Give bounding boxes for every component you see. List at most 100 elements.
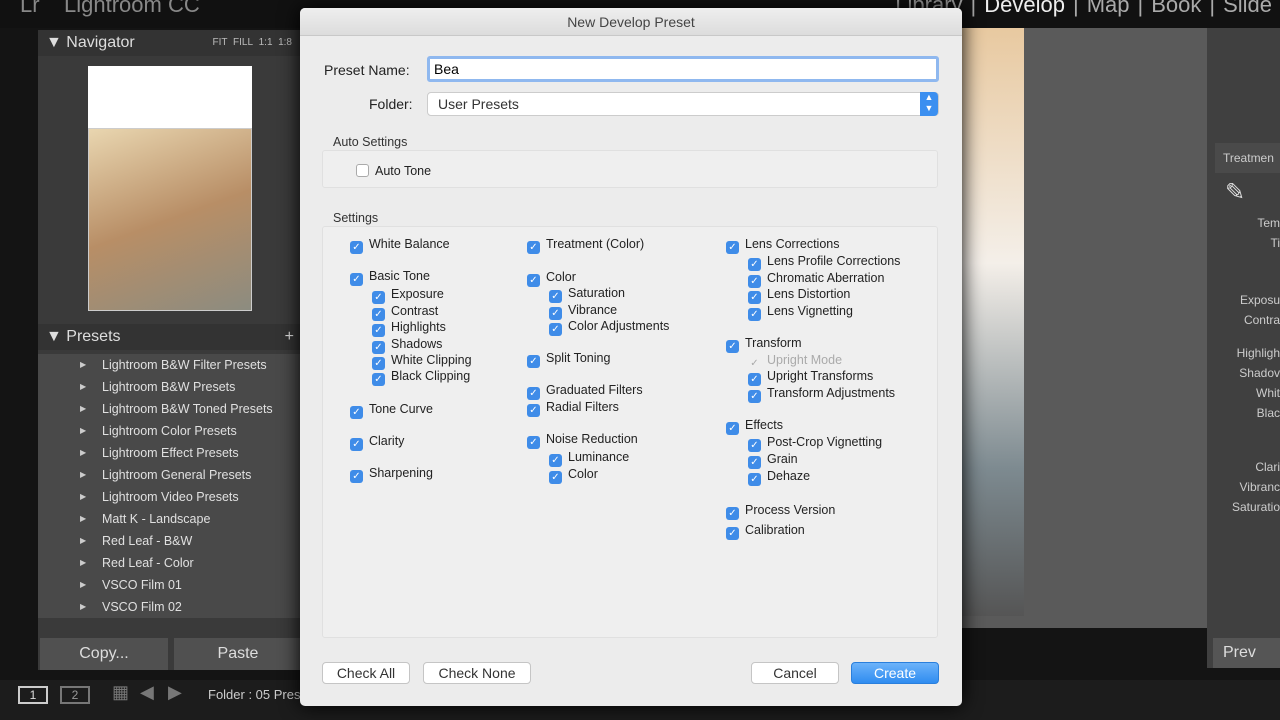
setting-label: Dehaze	[767, 469, 811, 483]
arrow-left-icon[interactable]: ◀	[140, 682, 154, 703]
setting-checkbox-color[interactable]: ✓ Color	[527, 270, 576, 287]
check-all-button[interactable]: Check All	[322, 662, 410, 684]
setting-checkbox-treatment-color-[interactable]: ✓ Treatment (Color)	[527, 237, 644, 254]
module-develop[interactable]: Develop	[984, 0, 1065, 17]
setting-label: Vibrance	[568, 303, 618, 317]
setting-checkbox-graduated-filters[interactable]: ✓ Graduated Filters	[527, 383, 643, 400]
chevron-updown-icon[interactable]: ▲ ▼	[920, 92, 938, 116]
setting-checkbox-contrast[interactable]: ✓ Contrast	[372, 304, 438, 321]
setting-label: Color	[568, 467, 598, 481]
checkmark-icon: ✓	[527, 436, 540, 449]
folder-select[interactable]: User Presets ▲ ▼	[427, 92, 939, 116]
setting-checkbox-luminance[interactable]: ✓ Luminance	[549, 450, 629, 467]
blacks-label: Blac	[1256, 406, 1280, 420]
preset-folder[interactable]: Red Leaf - Color	[38, 552, 300, 574]
auto-settings-box: Auto Tone	[322, 150, 938, 188]
setting-checkbox-split-toning[interactable]: ✓ Split Toning	[527, 351, 610, 368]
cancel-button[interactable]: Cancel	[751, 662, 839, 684]
setting-checkbox-vibrance[interactable]: ✓ Vibrance	[549, 303, 618, 320]
preset-folder[interactable]: Lightroom Color Presets	[38, 420, 300, 442]
setting-checkbox-shadows[interactable]: ✓ Shadows	[372, 337, 443, 354]
preset-folder[interactable]: VSCO Film 01	[38, 574, 300, 596]
setting-checkbox-white-clipping[interactable]: ✓ White Clipping	[372, 353, 472, 370]
preset-folder[interactable]: Lightroom B&W Toned Presets	[38, 398, 300, 420]
setting-checkbox-dehaze[interactable]: ✓ Dehaze	[748, 469, 811, 486]
module-map[interactable]: Map	[1087, 0, 1130, 17]
dialog-title: New Develop Preset	[300, 8, 962, 36]
setting-checkbox-chromatic-aberration[interactable]: ✓ Chromatic Aberration	[748, 271, 884, 288]
setting-checkbox-tone-curve[interactable]: ✓ Tone Curve	[350, 402, 433, 419]
preset-folder[interactable]: Matt K - Landscape	[38, 508, 300, 530]
preset-folder[interactable]: Lightroom B&W Presets	[38, 376, 300, 398]
check-none-button[interactable]: Check None	[423, 662, 531, 684]
previous-button[interactable]: Prev	[1213, 638, 1280, 668]
paste-button[interactable]: Paste	[174, 638, 302, 670]
checkmark-icon: ✓	[350, 241, 363, 254]
create-button[interactable]: Create	[851, 662, 939, 684]
setting-checkbox-exposure[interactable]: ✓ Exposure	[372, 287, 444, 304]
zoom-options[interactable]: FIT FILL 1:1 1:8	[212, 30, 292, 56]
setting-checkbox-radial-filters[interactable]: ✓ Radial Filters	[527, 400, 619, 417]
settings-box: ✓ White Balance ✓ Basic Tone ✓ Exposure ✓ Contr…	[322, 226, 938, 638]
eyedropper-icon[interactable]: ✎	[1225, 178, 1245, 207]
checkmark-icon: ✓	[527, 241, 540, 254]
setting-checkbox-black-clipping[interactable]: ✓ Black Clipping	[372, 369, 470, 386]
module-slide[interactable]: Slide	[1223, 0, 1272, 17]
setting-checkbox-white-balance[interactable]: ✓ White Balance	[350, 237, 450, 254]
preset-list: Lightroom B&W Filter Presets Lightroom B&…	[38, 354, 300, 618]
setting-checkbox-upright-transforms[interactable]: ✓ Upright Transforms	[748, 369, 873, 386]
preset-folder[interactable]: Red Leaf - B&W	[38, 530, 300, 552]
setting-checkbox-lens-profile-corrections[interactable]: ✓ Lens Profile Corrections	[748, 254, 900, 271]
right-panel: Treatmen ✎ Tem Ti Exposu Contra Highligh…	[1207, 28, 1280, 668]
checkmark-icon: ✓	[527, 274, 540, 287]
setting-checkbox-color[interactable]: ✓ Color	[549, 467, 598, 484]
screen-1-button[interactable]: 1	[18, 686, 48, 704]
preset-folder[interactable]: Lightroom B&W Filter Presets	[38, 354, 300, 376]
setting-checkbox-transform-adjustments[interactable]: ✓ Transform Adjustments	[748, 386, 895, 403]
setting-checkbox-calibration[interactable]: ✓ Calibration	[726, 523, 805, 540]
checkmark-icon: ✓	[350, 470, 363, 483]
setting-checkbox-sharpening[interactable]: ✓ Sharpening	[350, 466, 433, 483]
app-title: Lr Lightroom CC	[20, 0, 200, 17]
arrow-right-icon[interactable]: ▶	[168, 682, 182, 703]
checkmark-icon: ✓	[527, 387, 540, 400]
setting-label: Graduated Filters	[546, 383, 643, 397]
auto-tone-checkbox[interactable]: Auto Tone	[356, 164, 431, 180]
setting-checkbox-lens-distortion[interactable]: ✓ Lens Distortion	[748, 287, 850, 304]
shadows-label: Shadov	[1239, 366, 1280, 380]
setting-checkbox-lens-corrections[interactable]: ✓ Lens Corrections	[726, 237, 840, 254]
preset-folder[interactable]: Lightroom Effect Presets	[38, 442, 300, 464]
preset-folder-label: Matt K - Landscape	[102, 512, 211, 526]
setting-checkbox-transform[interactable]: ✓ Transform	[726, 336, 802, 353]
checkmark-icon: ✓	[372, 291, 385, 304]
screen-2-button[interactable]: 2	[60, 686, 90, 704]
setting-checkbox-color-adjustments[interactable]: ✓ Color Adjustments	[549, 319, 669, 336]
checkmark-icon: ✓	[549, 290, 562, 303]
setting-checkbox-process-version[interactable]: ✓ Process Version	[726, 503, 836, 520]
setting-label: Effects	[745, 418, 783, 432]
setting-checkbox-basic-tone[interactable]: ✓ Basic Tone	[350, 269, 430, 286]
presets-header[interactable]: ▼ Presets +	[38, 324, 300, 350]
setting-label: Shadows	[391, 337, 443, 351]
setting-checkbox-grain[interactable]: ✓ Grain	[748, 452, 798, 469]
module-book[interactable]: Book	[1151, 0, 1201, 17]
setting-checkbox-saturation[interactable]: ✓ Saturation	[549, 286, 625, 303]
setting-label: Process Version	[745, 503, 836, 517]
preset-folder[interactable]: VSCO Film 02	[38, 596, 300, 618]
preset-folder[interactable]: Lightroom Video Presets	[38, 486, 300, 508]
setting-checkbox-highlights[interactable]: ✓ Highlights	[372, 320, 446, 337]
navigator-header[interactable]: ▼ Navigator FIT FILL 1:1 1:8	[38, 30, 300, 56]
grid-icon[interactable]: ▦	[112, 682, 129, 703]
setting-checkbox-post-crop-vignetting[interactable]: ✓ Post-Crop Vignetting	[748, 435, 883, 452]
setting-checkbox-effects[interactable]: ✓ Effects	[726, 418, 783, 435]
setting-checkbox-clarity[interactable]: ✓ Clarity	[350, 434, 404, 451]
treatment-header[interactable]: Treatmen	[1215, 143, 1280, 173]
preset-name-input[interactable]	[427, 56, 939, 82]
setting-checkbox-lens-vignetting[interactable]: ✓ Lens Vignetting	[748, 304, 853, 321]
setting-label: Post-Crop Vignetting	[767, 435, 883, 449]
preset-folder-label: Red Leaf - B&W	[102, 534, 193, 548]
setting-checkbox-noise-reduction[interactable]: ✓ Noise Reduction	[527, 432, 638, 449]
copy-button[interactable]: Copy...	[40, 638, 168, 670]
add-preset-button[interactable]: +	[285, 324, 294, 350]
preset-folder[interactable]: Lightroom General Presets	[38, 464, 300, 486]
